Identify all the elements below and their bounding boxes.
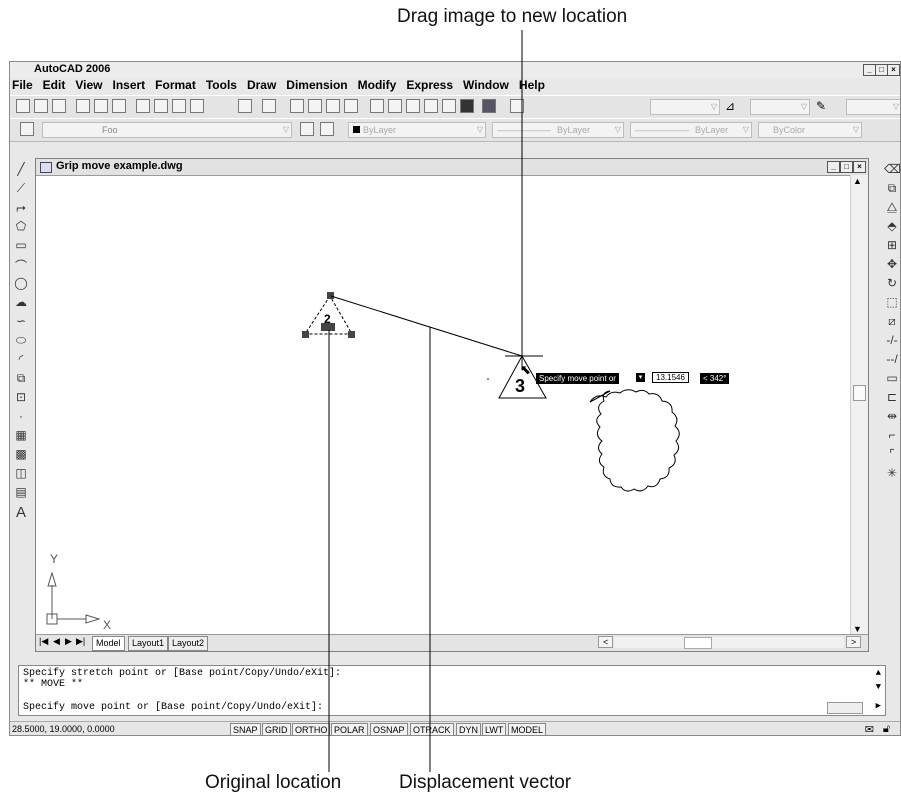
original-label: 2 bbox=[324, 312, 331, 326]
distance-input[interactable]: 13.1546 bbox=[652, 372, 689, 383]
small-point bbox=[487, 378, 489, 380]
grip-left bbox=[302, 331, 309, 338]
ucs-icon bbox=[46, 571, 101, 625]
ucs-x-label: X bbox=[103, 618, 111, 632]
angle-input[interactable]: < 342° bbox=[700, 373, 730, 384]
grip-top bbox=[327, 292, 334, 299]
dynamic-input-prompt: Specify move point or bbox=[536, 373, 619, 384]
ucs-y-label: Y bbox=[50, 552, 58, 566]
grip-right bbox=[348, 331, 355, 338]
drawing-canvas[interactable]: Y X 2 3 ⬉ bbox=[0, 0, 901, 799]
moved-label: 3 bbox=[515, 376, 525, 396]
cursor-arrow-icon: ⬉ bbox=[520, 362, 531, 377]
displacement-line bbox=[330, 295, 523, 357]
dynamic-input-arrow-icon[interactable]: ▾ bbox=[636, 373, 645, 382]
revision-cloud bbox=[589, 389, 680, 492]
